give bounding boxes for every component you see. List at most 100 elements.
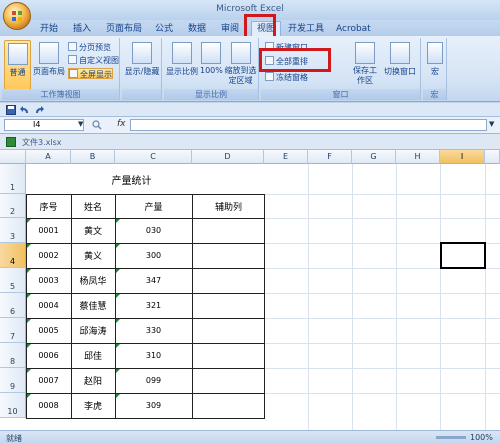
table-cell[interactable]: 赵阳 — [71, 368, 115, 393]
switch-windows-button[interactable]: 切换窗口 — [382, 40, 418, 77]
office-button[interactable] — [3, 2, 31, 30]
table-cell[interactable]: 邱佳 — [71, 343, 115, 368]
table-cell[interactable]: 0002 — [26, 243, 71, 268]
row-header-8[interactable]: 8 — [0, 343, 26, 368]
magnifier-icon — [172, 42, 192, 64]
save-icon[interactable] — [6, 105, 16, 115]
table-cell[interactable]: 300 — [115, 243, 192, 268]
page-break-preview-button[interactable]: 分页预览 — [68, 42, 111, 53]
column-header-e[interactable]: E — [264, 150, 308, 164]
page-break-icon — [68, 42, 77, 51]
header-cell-helper[interactable]: 辅助列 — [192, 194, 265, 218]
table-cell[interactable]: 0008 — [26, 393, 71, 418]
table-cell[interactable]: 邱海涛 — [71, 318, 115, 343]
tab-data[interactable]: 数据 — [188, 22, 206, 36]
column-header-i[interactable]: I — [440, 150, 485, 164]
table-cell[interactable]: 0005 — [26, 318, 71, 343]
tab-home[interactable]: 开始 — [40, 22, 58, 36]
table-cell[interactable]: 030 — [115, 218, 192, 243]
page-layout-icon — [39, 42, 59, 64]
redo-icon[interactable] — [34, 105, 44, 115]
name-box[interactable]: I4 — [4, 119, 84, 131]
row-header-3[interactable]: 3 — [0, 218, 26, 243]
table-cell[interactable]: 0004 — [26, 293, 71, 318]
macros-group-label: 宏 — [423, 89, 446, 100]
tab-page-layout[interactable]: 页面布局 — [106, 22, 142, 36]
zoom-search-icon[interactable] — [92, 120, 102, 130]
normal-view-icon — [7, 43, 28, 65]
formula-input[interactable] — [130, 119, 487, 131]
table-cell[interactable]: 330 — [115, 318, 192, 343]
column-header-d[interactable]: D — [192, 150, 264, 164]
page-layout-view-button[interactable]: 页面布局 — [33, 40, 65, 90]
tab-insert[interactable]: 插入 — [73, 22, 91, 36]
column-header-h[interactable]: H — [396, 150, 440, 164]
table-cell[interactable]: 347 — [115, 268, 192, 293]
formula-bar: I4 ▼ fx ▼ — [0, 117, 500, 134]
column-header-g[interactable]: G — [352, 150, 396, 164]
show-hide-icon — [132, 42, 152, 64]
document-title: 文件3.xlsx — [22, 138, 62, 147]
header-cell-seq[interactable]: 序号 — [26, 194, 71, 218]
normal-view-button[interactable]: 普通 — [4, 40, 31, 90]
tab-acrobat[interactable]: Acrobat — [336, 22, 371, 36]
row-header-1[interactable]: 1 — [0, 164, 26, 194]
custom-views-button[interactable]: 自定义视图 — [68, 55, 119, 66]
row-header-2[interactable]: 2 — [0, 194, 26, 218]
group-macros: 宏 宏 — [423, 38, 447, 100]
show-hide-button[interactable]: 显示/隐藏 — [124, 40, 160, 77]
column-header-b[interactable]: B — [71, 150, 115, 164]
zoom-slider[interactable] — [436, 436, 466, 439]
table-cell[interactable]: 321 — [115, 293, 192, 318]
tab-developer[interactable]: 开发工具 — [288, 22, 324, 36]
row-header-4[interactable]: 4 — [0, 243, 26, 268]
row-header-9[interactable]: 9 — [0, 368, 26, 393]
table-cell[interactable]: 黄文 — [71, 218, 115, 243]
zoom-100-button[interactable]: 100% — [200, 40, 223, 75]
arrange-all-highlight — [259, 48, 331, 72]
table-cell[interactable]: 0007 — [26, 368, 71, 393]
column-header-f[interactable]: F — [308, 150, 352, 164]
table-cell[interactable]: 杨凤华 — [71, 268, 115, 293]
row-header-7[interactable]: 7 — [0, 318, 26, 343]
save-workspace-button[interactable]: 保存工作区 — [351, 40, 379, 86]
switch-windows-icon — [390, 42, 410, 64]
full-screen-button[interactable]: 全屏显示 — [68, 68, 113, 79]
column-header-c[interactable]: C — [115, 150, 192, 164]
quick-access-toolbar — [0, 103, 500, 117]
tab-formulas[interactable]: 公式 — [155, 22, 173, 36]
worksheet[interactable]: A B C D E F G H I 1 2 3 4 5 6 7 8 9 10 产… — [0, 150, 500, 430]
table-cell[interactable]: 李虎 — [71, 393, 115, 418]
column-header-a[interactable]: A — [26, 150, 71, 164]
group-zoom: 显示比例 100% 缩放到选定区域 显示比例 — [164, 38, 259, 100]
table-cell[interactable]: 0006 — [26, 343, 71, 368]
header-cell-name[interactable]: 姓名 — [71, 194, 115, 218]
row-header-6[interactable]: 6 — [0, 293, 26, 318]
undo-icon[interactable] — [20, 105, 30, 115]
full-screen-icon — [69, 69, 78, 78]
fx-icon[interactable]: fx — [117, 119, 126, 129]
table-cell[interactable]: 309 — [115, 393, 192, 418]
table-cell[interactable]: 黄义 — [71, 243, 115, 268]
table-cell[interactable]: 099 — [115, 368, 192, 393]
table-cell[interactable]: 0001 — [26, 218, 71, 243]
zoom-button[interactable]: 显示比例 — [166, 40, 198, 77]
group-show-hide: 显示/隐藏 — [122, 38, 162, 100]
row-header-10[interactable]: 10 — [0, 393, 26, 418]
row-header-5[interactable]: 5 — [0, 268, 26, 293]
expand-formula-icon[interactable]: ▼ — [489, 120, 494, 128]
active-cell[interactable] — [440, 242, 486, 269]
freeze-panes-button[interactable]: 冻结窗格 — [265, 72, 308, 83]
select-all-corner[interactable] — [0, 150, 26, 164]
header-cell-output[interactable]: 产量 — [115, 194, 192, 218]
table-cell[interactable]: 蔡佳慧 — [71, 293, 115, 318]
macros-button[interactable]: 宏 — [425, 40, 445, 77]
zoom-level[interactable]: 100% — [470, 433, 493, 442]
tab-review[interactable]: 审阅 — [221, 22, 239, 36]
status-bar: 就绪 100% — [0, 430, 500, 444]
chevron-down-icon[interactable]: ▼ — [78, 120, 83, 128]
excel-file-icon — [6, 137, 16, 147]
table-cell[interactable]: 310 — [115, 343, 192, 368]
table-cell[interactable]: 0003 — [26, 268, 71, 293]
zoom-selection-button[interactable]: 缩放到选定区域 — [224, 40, 257, 86]
